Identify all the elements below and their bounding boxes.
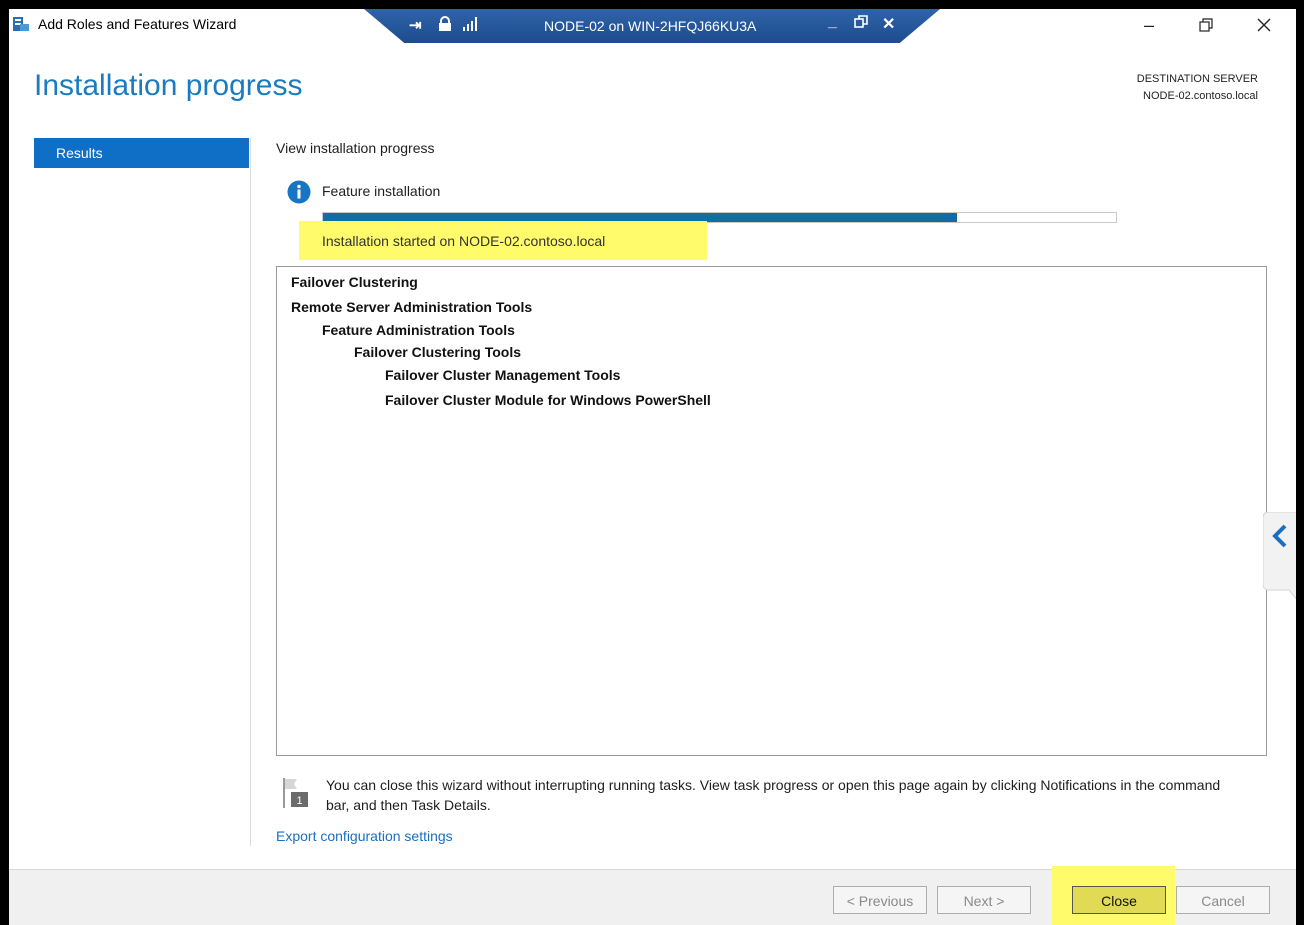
server-manager-icon (13, 17, 29, 31)
notification-flag-icon: 1 (283, 778, 308, 808)
remote-connection-bar: ⇥ NODE-02 on WIN-2HFQJ66KU3A _ ✕ (364, 9, 940, 43)
installation-status: Installation started on NODE-02.contoso.… (322, 233, 606, 249)
page-title: Installation progress (34, 69, 303, 102)
nav-divider (250, 138, 251, 846)
title-bar: Add Roles and Features Wizard ⇥ NODE-02 … (9, 9, 1296, 43)
remote-close-icon[interactable]: ✕ (882, 14, 895, 34)
remote-session-title: NODE-02 on WIN-2HFQJ66KU3A (544, 18, 757, 34)
close-button[interactable]: Close (1072, 886, 1166, 914)
features-results-box: Failover Clustering Remote Server Admini… (276, 266, 1267, 756)
feature-installation-title: Feature installation (322, 183, 441, 199)
restore-icon[interactable] (1186, 11, 1226, 39)
tree-item: Failover Cluster Management Tools (385, 367, 621, 383)
svg-text:1: 1 (296, 795, 302, 807)
lock-icon[interactable] (437, 16, 453, 32)
tree-item: Remote Server Administration Tools (291, 299, 533, 315)
signal-strength-icon[interactable] (462, 17, 478, 31)
tree-item: Feature Administration Tools (322, 322, 515, 338)
tree-item: Failover Cluster Module for Windows Powe… (385, 392, 711, 408)
collapse-panel-tab[interactable] (1263, 512, 1296, 600)
export-configuration-link[interactable]: Export configuration settings (276, 828, 453, 844)
destination-server: DESTINATION SERVER NODE-02.contoso.local (1137, 71, 1258, 105)
remote-minimize-icon[interactable]: _ (828, 13, 837, 31)
section-subtitle: View installation progress (276, 140, 435, 156)
minimize-icon[interactable]: – (1129, 11, 1169, 39)
remote-restore-icon[interactable] (854, 15, 868, 29)
wizard-window: Add Roles and Features Wizard ⇥ NODE-02 … (9, 9, 1296, 925)
previous-button[interactable]: < Previous (833, 886, 927, 914)
nav-item-results[interactable]: Results (34, 138, 249, 168)
tree-item: Failover Clustering (291, 274, 418, 290)
info-icon (287, 180, 311, 204)
close-wizard-note: You can close this wizard without interr… (326, 777, 1221, 813)
destination-label: DESTINATION SERVER (1136, 73, 1258, 85)
window-title: Add Roles and Features Wizard (38, 16, 237, 32)
pin-icon[interactable]: ⇥ (409, 16, 422, 34)
wizard-nav: Results (34, 138, 249, 168)
next-button[interactable]: Next > (937, 886, 1031, 914)
wizard-footer: < Previous Next > Close Cancel (9, 866, 1296, 925)
cancel-button[interactable]: Cancel (1176, 886, 1270, 914)
destination-value: NODE-02.contoso.local (1143, 90, 1258, 102)
tree-item: Failover Clustering Tools (354, 344, 521, 360)
close-icon[interactable] (1244, 11, 1284, 39)
